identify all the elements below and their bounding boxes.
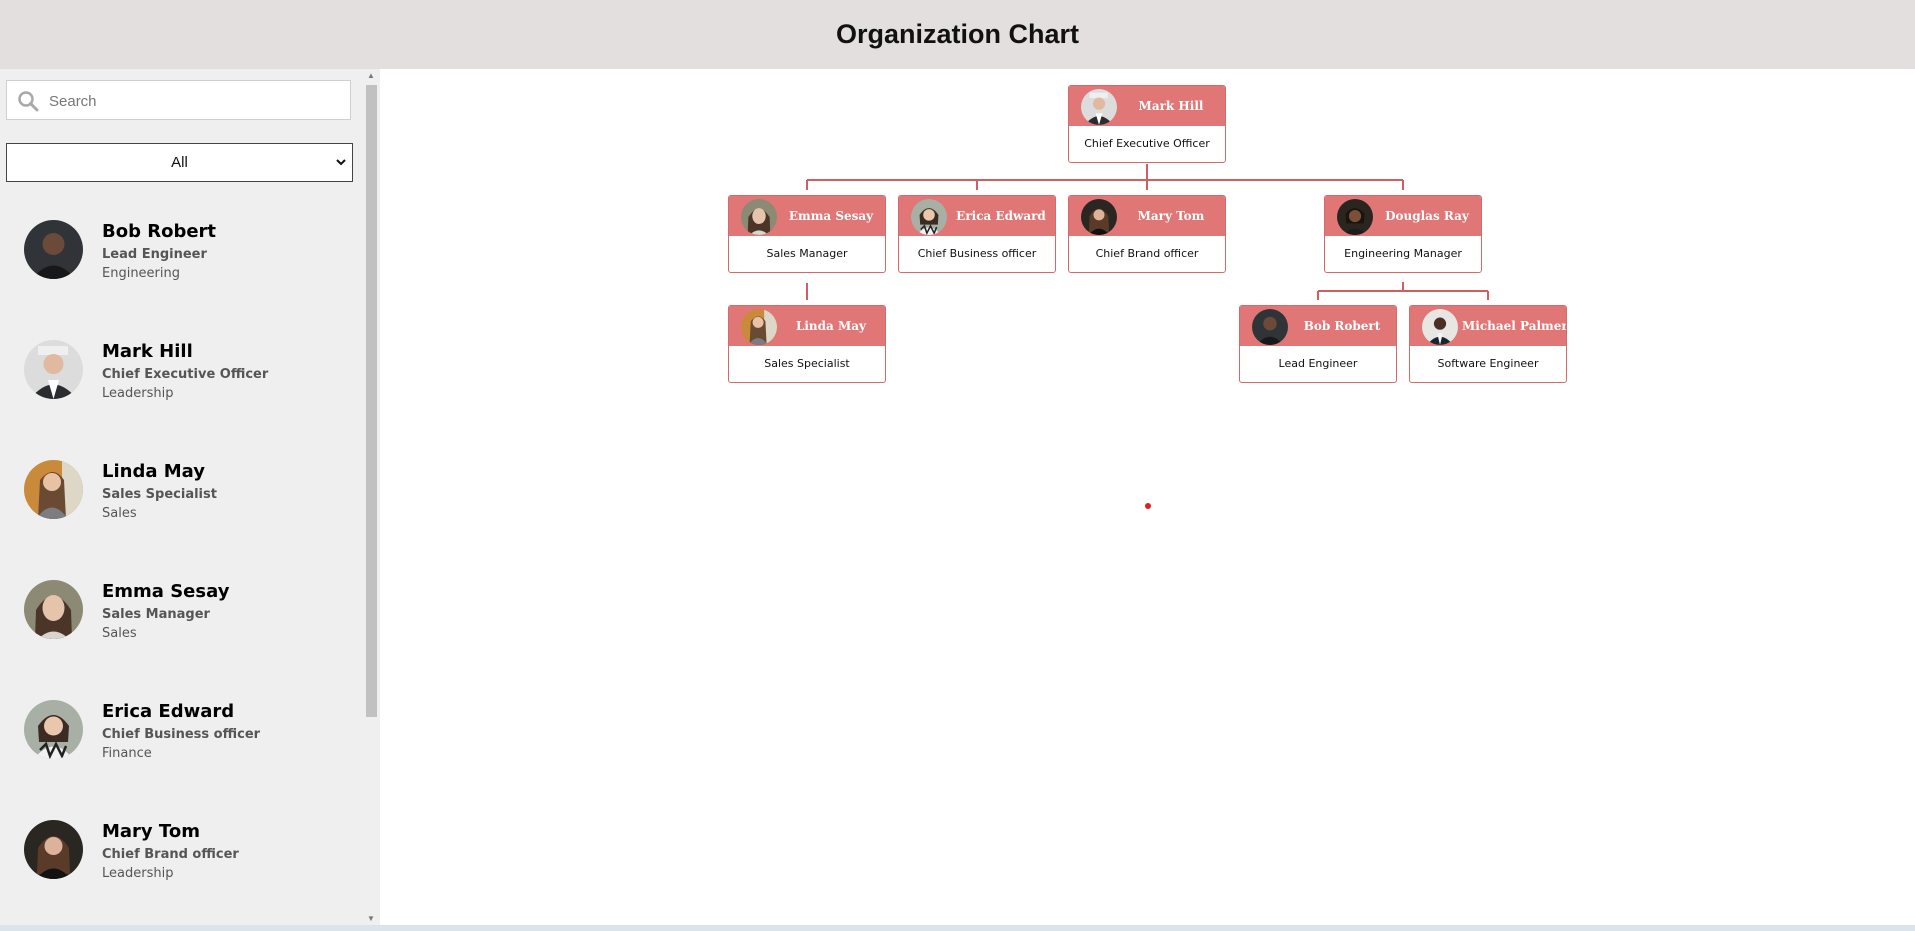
org-node-name: Mark Hill (1138, 99, 1204, 113)
org-node-title: Lead Engineer (1278, 357, 1358, 370)
employee-name: Erica Edward (102, 701, 235, 722)
search-input[interactable] (47, 81, 346, 121)
org-node-emma-sesay[interactable]: Emma Sesay Sales Manager (728, 195, 886, 273)
employee-department: Engineering (102, 266, 180, 281)
avatar (1081, 89, 1117, 125)
avatar (1422, 309, 1458, 345)
list-item[interactable]: Linda May Sales Specialist Sales (0, 449, 363, 569)
search-box[interactable] (6, 80, 351, 121)
employee-list: Bob Robert Lead Engineer Engineering Mar… (0, 209, 363, 925)
avatar (24, 340, 83, 399)
employee-name: Emma Sesay (102, 581, 230, 602)
employee-department: Leadership (102, 866, 174, 881)
org-node-title: Chief Executive Officer (1084, 137, 1210, 150)
employee-role: Chief Business officer (102, 727, 261, 742)
employee-name: Linda May (102, 461, 205, 482)
avatar (24, 820, 83, 879)
filter-selected-value: All (171, 154, 188, 171)
org-node-erica-edward[interactable]: Erica Edward Chief Business officer (898, 195, 1056, 273)
department-filter-select[interactable]: All (6, 143, 353, 182)
org-node-bob-robert[interactable]: Bob Robert Lead Engineer (1239, 305, 1397, 383)
org-node-title: Software Engineer (1437, 357, 1539, 370)
employee-department: Sales (102, 626, 137, 641)
page-title: Organization Chart (835, 19, 1079, 49)
avatar (741, 309, 777, 345)
org-node-mary-tom[interactable]: Mary Tom Chief Brand officer (1068, 195, 1226, 273)
org-node-title: Engineering Manager (1344, 247, 1462, 260)
search-icon (17, 90, 39, 112)
page-horizontal-scrollbar[interactable] (0, 925, 1915, 931)
org-node-name: Mary Tom (1137, 209, 1205, 223)
org-node-ceo[interactable]: Mark Hill Chief Executive Officer (1068, 85, 1226, 163)
employee-name: Mark Hill (102, 341, 193, 362)
org-node-title: Sales Manager (766, 247, 848, 260)
list-item[interactable]: Bob Robert Lead Engineer Engineering (0, 209, 363, 329)
list-item[interactable]: Mark Hill Chief Executive Officer Leader… (0, 329, 363, 449)
employee-name: Bob Robert (102, 221, 217, 242)
org-node-title: Sales Specialist (764, 357, 850, 370)
org-node-header: Mark Hill (1069, 86, 1225, 126)
list-item[interactable]: Erica Edward Chief Business officer Fina… (0, 689, 363, 809)
org-node-header: Linda May (729, 306, 885, 346)
list-item[interactable]: Mary Tom Chief Brand officer Leadership (0, 809, 363, 925)
cursor-dot (1145, 503, 1151, 509)
org-chart: Mark Hill Chief Executive Officer Emma S… (380, 69, 1915, 925)
org-node-michael-palmer[interactable]: Michael Palmer Software Engineer (1409, 305, 1567, 383)
org-node-header: Michael Palmer (1410, 306, 1566, 346)
org-node-douglas-ray[interactable]: Douglas Ray Engineering Manager (1324, 195, 1482, 273)
org-node-linda-may[interactable]: Linda May Sales Specialist (728, 305, 886, 383)
employee-department: Finance (102, 746, 152, 761)
avatar (24, 460, 83, 519)
org-node-header: Erica Edward (899, 196, 1055, 236)
employee-name: Mary Tom (102, 821, 200, 842)
org-node-title: Chief Business officer (917, 247, 1037, 260)
avatar (24, 580, 83, 639)
scroll-down-arrow-icon[interactable]: ▼ (367, 914, 375, 923)
org-node-name: Erica Edward (956, 209, 1046, 223)
employee-role: Sales Manager (102, 607, 210, 622)
sidebar-scrollbar[interactable]: ▲ ▼ (363, 69, 380, 925)
org-node-header: Emma Sesay (729, 196, 885, 236)
avatar (911, 199, 947, 235)
scroll-up-arrow-icon[interactable]: ▲ (367, 71, 375, 80)
avatar (1081, 199, 1117, 235)
avatar (1337, 199, 1373, 235)
avatar (24, 220, 83, 279)
avatar (24, 700, 83, 759)
employee-role: Sales Specialist (102, 487, 217, 502)
employee-role: Chief Brand officer (102, 847, 239, 862)
org-node-name: Emma Sesay (788, 209, 874, 223)
list-item[interactable]: Emma Sesay Sales Manager Sales (0, 569, 363, 689)
org-node-name: Michael Palmer (1462, 319, 1567, 333)
chevron-down-icon (336, 144, 346, 181)
org-node-header: Mary Tom (1069, 196, 1225, 236)
avatar (1252, 309, 1288, 345)
org-node-title: Chief Brand officer (1095, 247, 1199, 260)
employee-role: Chief Executive Officer (102, 367, 269, 382)
org-node-name: Linda May (795, 319, 867, 333)
sidebar: All Bob Robert Lead Engineer Engineering… (0, 69, 380, 925)
org-node-header: Douglas Ray (1325, 196, 1481, 236)
app-header: Organization Chart (0, 0, 1915, 69)
scrollbar-thumb[interactable] (366, 85, 377, 717)
org-node-header: Bob Robert (1240, 306, 1396, 346)
employee-department: Sales (102, 506, 137, 521)
employee-role: Lead Engineer (102, 247, 207, 262)
employee-department: Leadership (102, 386, 174, 401)
org-node-name: Bob Robert (1303, 319, 1381, 333)
avatar (741, 199, 777, 235)
org-node-name: Douglas Ray (1385, 209, 1469, 223)
